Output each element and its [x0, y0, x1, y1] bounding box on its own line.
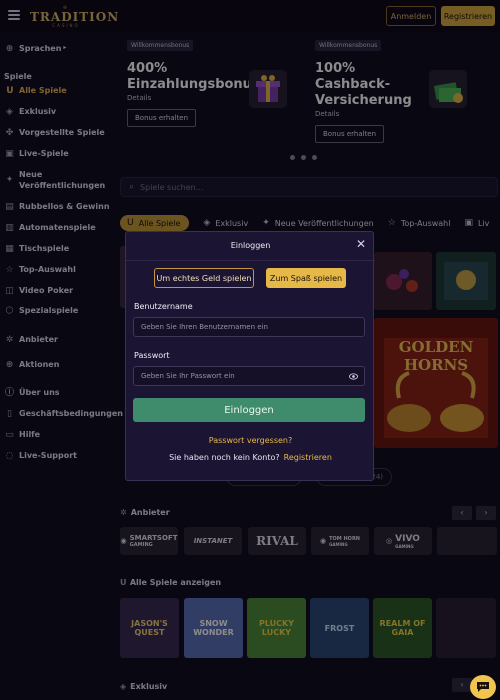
play-for-fun-button[interactable]: Zum Spaß spielen [266, 268, 346, 288]
password-input[interactable] [134, 367, 364, 385]
real-money-button[interactable]: Um echtes Geld spielen [154, 268, 254, 288]
chat-bubble-icon [477, 682, 489, 692]
register-link[interactable]: Registrieren [284, 453, 332, 462]
password-label: Passwort [134, 351, 170, 360]
login-modal: Einloggen ✕ Um echtes Geld spielen Zum S… [125, 231, 375, 481]
password-field[interactable] [133, 366, 365, 386]
no-account-text: Sie haben noch kein Konto? Registrieren [126, 453, 375, 462]
login-submit-button[interactable]: Einloggen [133, 398, 365, 422]
modal-divider [126, 260, 375, 261]
no-account-label: Sie haben noch kein Konto? [169, 453, 280, 462]
username-field[interactable] [133, 317, 365, 337]
modal-title: Einloggen [230, 241, 271, 250]
username-input[interactable] [134, 318, 364, 336]
username-label: Benutzername [134, 302, 193, 311]
eye-icon[interactable] [349, 372, 358, 381]
close-icon[interactable]: ✕ [355, 238, 367, 250]
forgot-password-link[interactable]: Passwort vergessen? [126, 436, 375, 445]
chat-button[interactable] [470, 675, 496, 699]
